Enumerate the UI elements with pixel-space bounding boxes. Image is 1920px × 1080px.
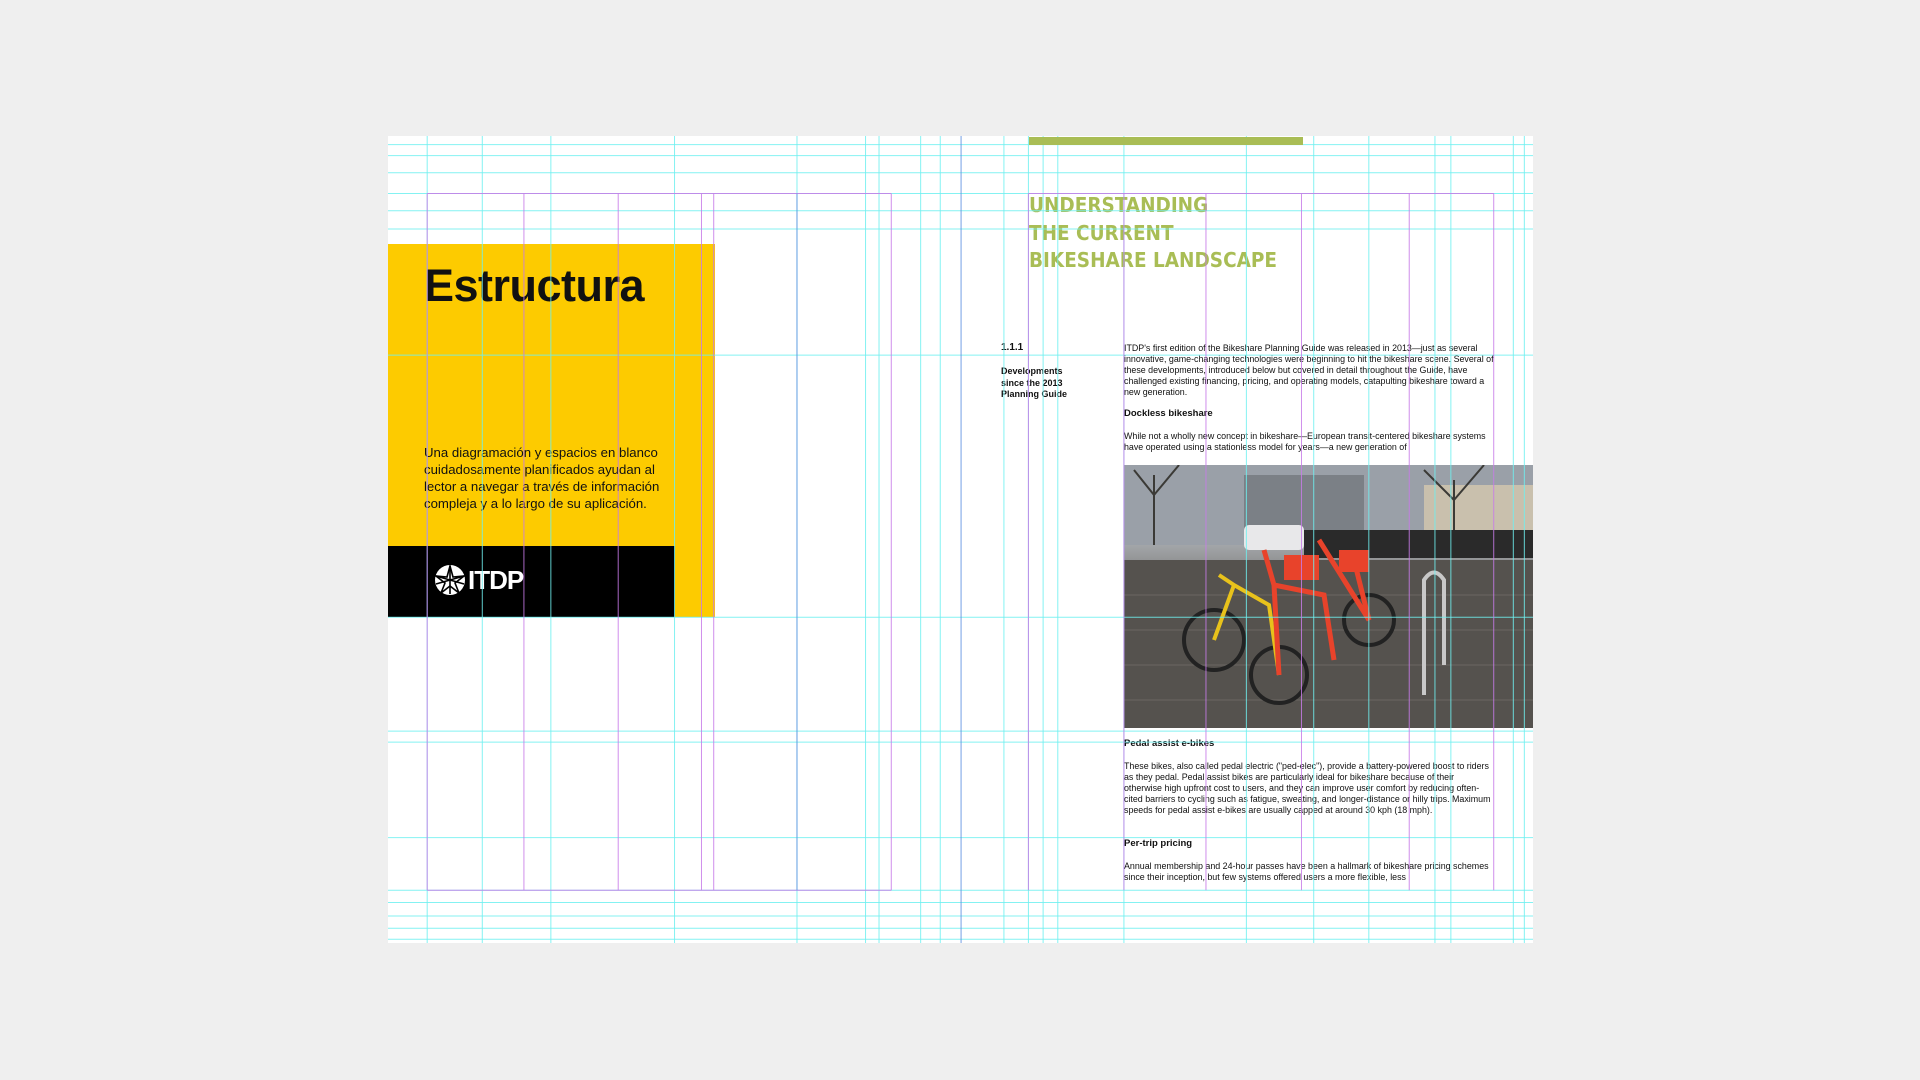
section-label: Developments since the 2013 Planning Gui… [1001, 366, 1068, 399]
subheading-per-trip: Per-trip pricing [1124, 838, 1193, 849]
intro-paragraph: ITDP's first edition of the Bikeshare Pl… [1124, 343, 1494, 397]
heading-line: BIKESHARE LANDSCAPE [1029, 248, 1278, 272]
heading-line: UNDERSTANDING [1029, 193, 1209, 217]
yellow-title-panel: Estructura Una diagramación y espacios e… [388, 244, 715, 617]
page-title: Estructura [424, 260, 645, 311]
subheading-pedal-assist: Pedal assist e-bikes [1124, 738, 1215, 749]
section-number: 1.1.1 [1001, 342, 1024, 353]
itdp-star-icon [434, 564, 466, 596]
subheading-dockless: Dockless bikeshare [1124, 408, 1213, 419]
paragraph-dockless: While not a wholly new concept in bikesh… [1124, 431, 1486, 452]
paragraph-per-trip: Annual membership and 24-hour passes hav… [1124, 861, 1489, 882]
heading-line: THE CURRENT [1029, 220, 1174, 245]
bikeshare-photo [1124, 465, 1533, 728]
logo-text: ITDP [468, 564, 524, 595]
bikes-image [1124, 465, 1533, 728]
itdp-logo: ITDP [434, 564, 524, 596]
paragraph-pedal-assist: These bikes, also called pedal electric … [1124, 761, 1491, 815]
intro-text: Una diagramación y espacios en blanco cu… [424, 445, 660, 511]
document-spread: Estructura Una diagramación y espacios e… [388, 136, 1533, 943]
accent-bar [1029, 137, 1303, 145]
logo-panel: ITDP [388, 546, 675, 617]
chapter-heading: UNDERSTANDING THE CURRENT BIKESHARE LAND… [1029, 192, 1277, 275]
